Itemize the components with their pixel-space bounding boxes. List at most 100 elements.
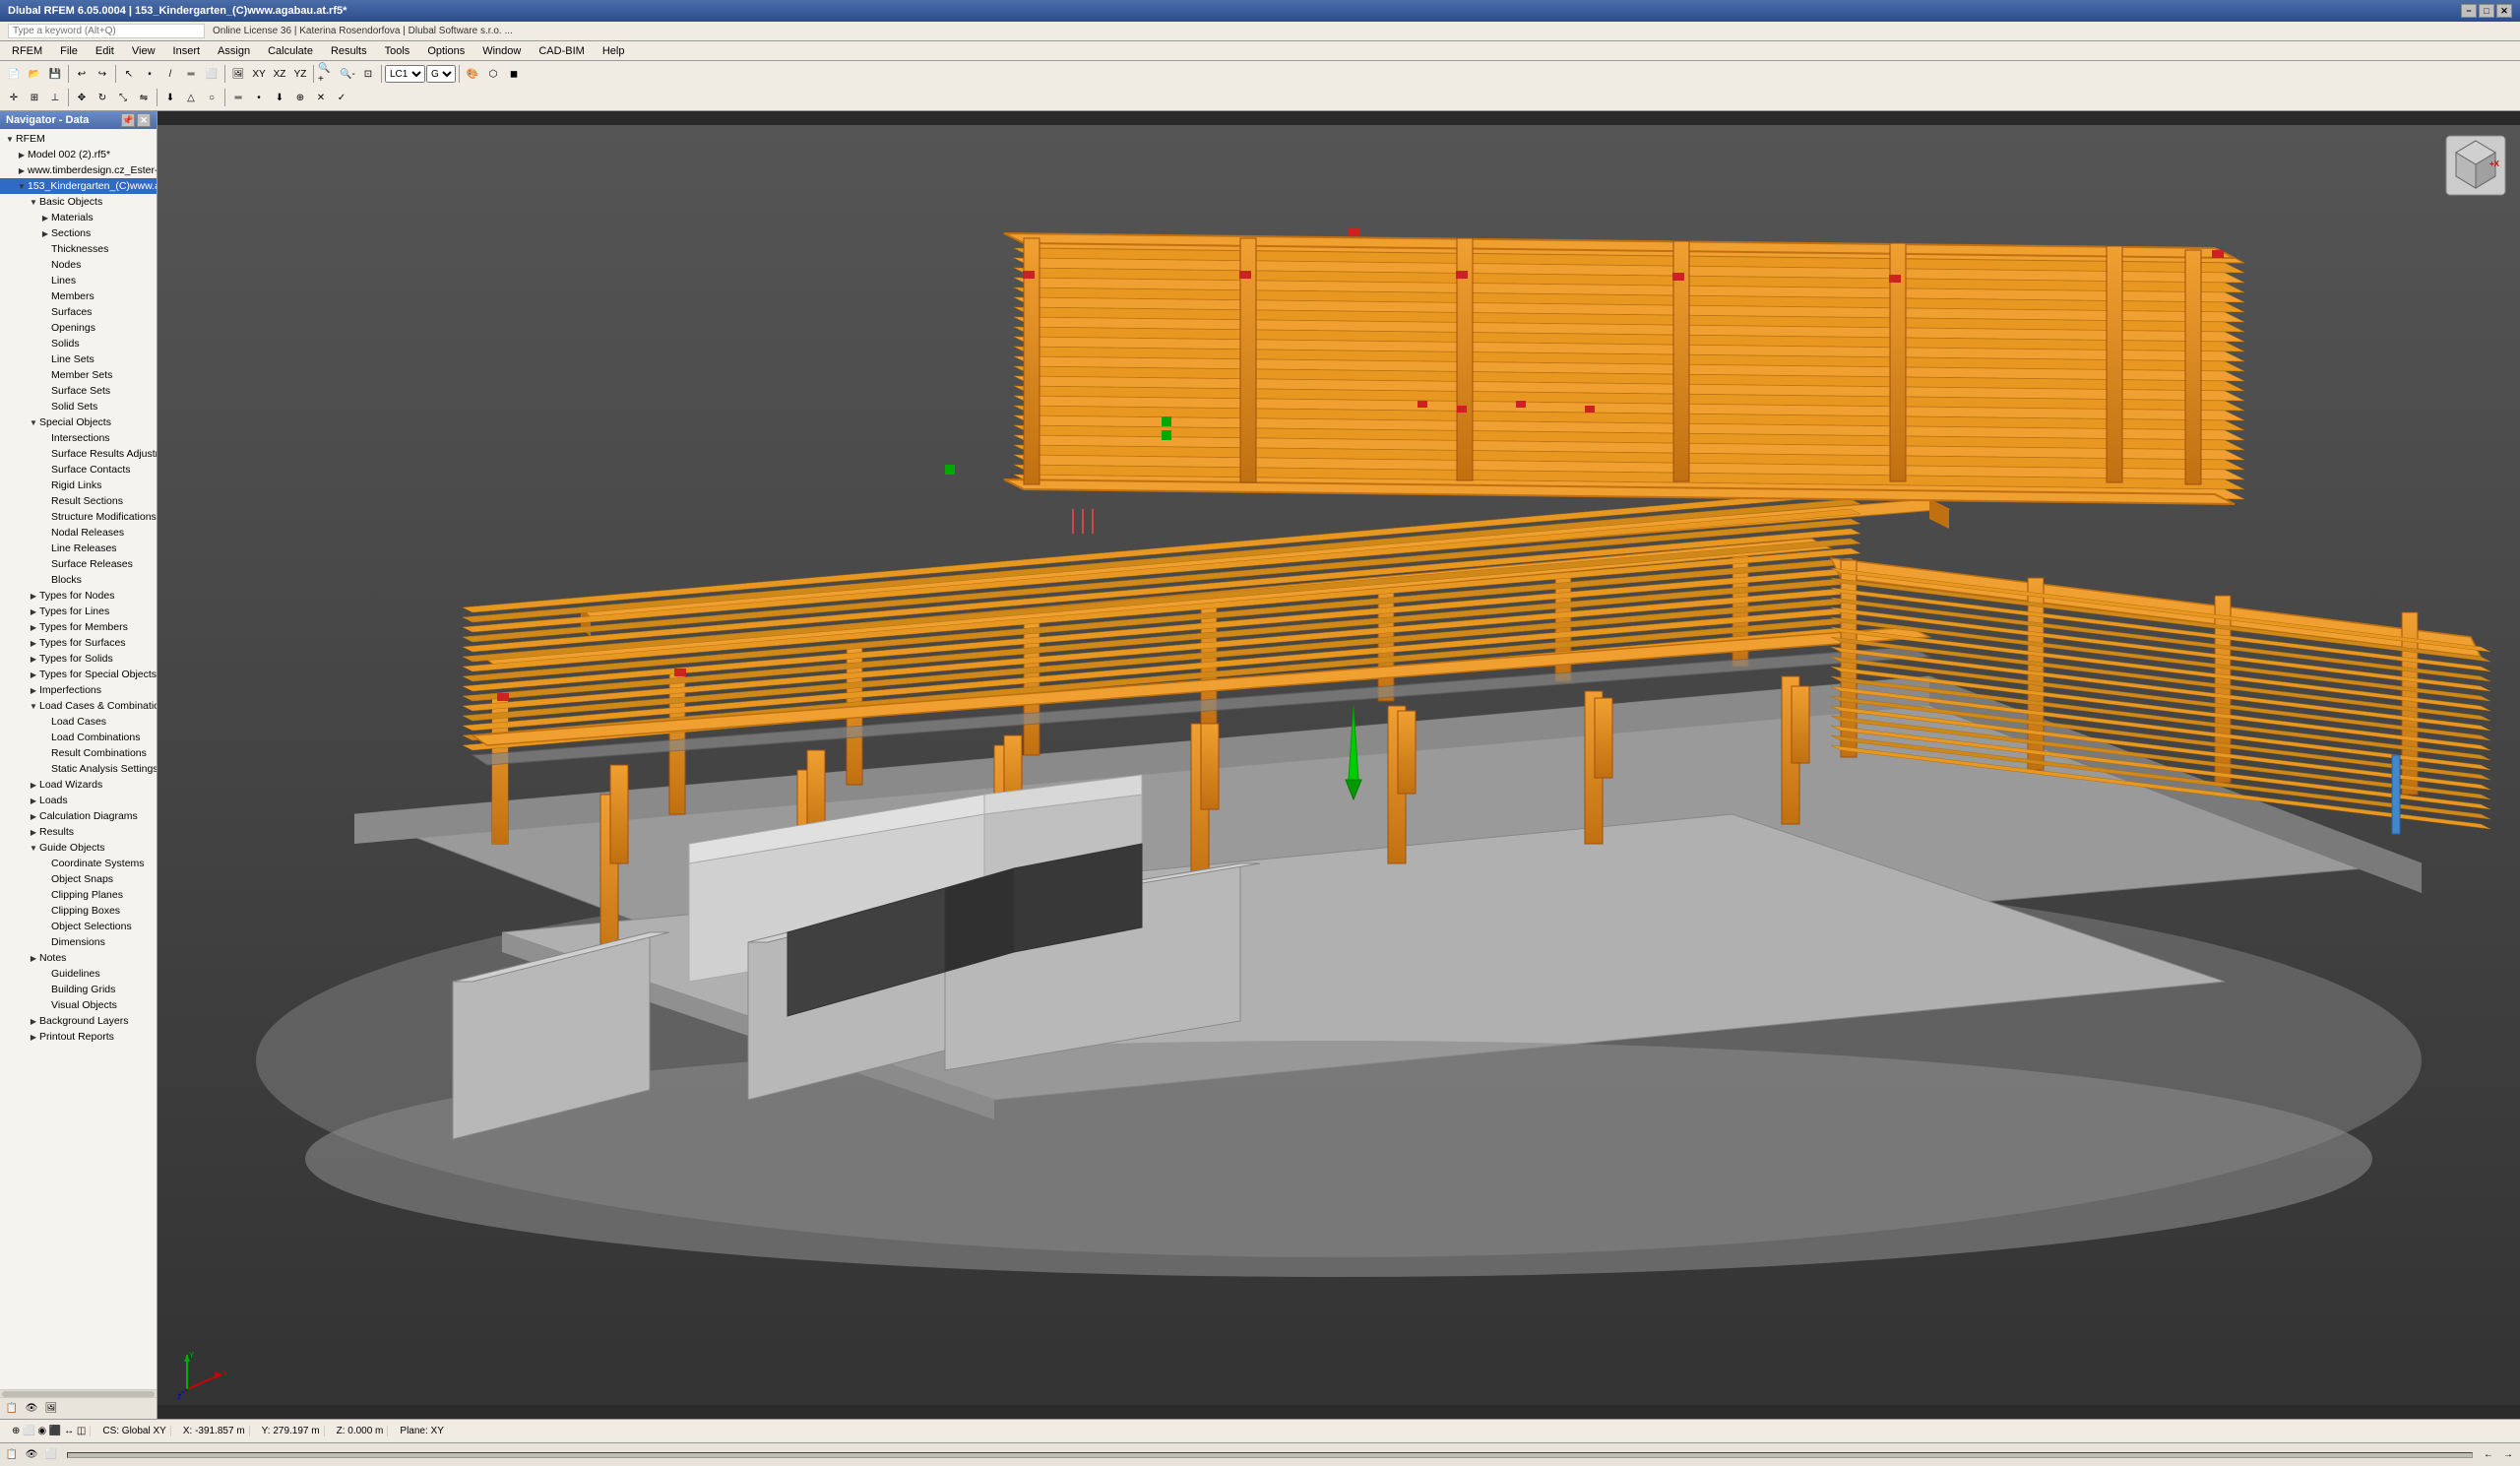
tb-view-yz[interactable]: YZ: [290, 64, 310, 84]
tree-item-guideobjects[interactable]: ▼Guide Objects: [0, 840, 157, 856]
tb-view-xz[interactable]: XZ: [270, 64, 289, 84]
tree-item-special[interactable]: ▼Special Objects: [0, 414, 157, 430]
tree-item-loadcases2[interactable]: Load Cases: [0, 714, 157, 730]
tb-check[interactable]: ✓: [332, 88, 351, 107]
tree-item-openings[interactable]: Openings: [0, 320, 157, 336]
tree-toggle-loadwizards[interactable]: ▶: [28, 779, 39, 791]
tree-toggle-loads[interactable]: ▶: [28, 795, 39, 806]
tree-toggle-printoutreports[interactable]: ▶: [28, 1031, 39, 1043]
tree-toggle-guidelines[interactable]: [39, 968, 51, 980]
tree-item-imperfections[interactable]: ▶Imperfections: [0, 682, 157, 698]
tree-item-staticsettings[interactable]: Static Analysis Settings: [0, 761, 157, 777]
tree-toggle-notes[interactable]: ▶: [28, 952, 39, 964]
tb-member[interactable]: ═: [181, 64, 201, 84]
tree-item-loadcases[interactable]: ▼Load Cases & Combinations: [0, 698, 157, 714]
menu-cadbim[interactable]: CAD-BIM: [531, 43, 592, 59]
tree-item-nodalreleases[interactable]: Nodal Releases: [0, 525, 157, 541]
tb-snap[interactable]: ✛: [4, 88, 24, 107]
tree-item-dimensions[interactable]: Dimensions: [0, 934, 157, 950]
tree-toggle-nodes[interactable]: [39, 259, 51, 271]
tree-item-linesets[interactable]: Line Sets: [0, 351, 157, 367]
tree-item-surfacereleases[interactable]: Surface Releases: [0, 556, 157, 572]
tree-item-typesforlines[interactable]: ▶Types for Lines: [0, 604, 157, 619]
tb-mirror[interactable]: ⇋: [134, 88, 154, 107]
tree-item-solidsets[interactable]: Solid Sets: [0, 399, 157, 414]
tb-zoom-in[interactable]: 🔍+: [317, 64, 337, 84]
tree-toggle-resultcombinations[interactable]: [39, 747, 51, 759]
tree-item-materials[interactable]: ▶Materials: [0, 210, 157, 225]
menu-edit[interactable]: Edit: [88, 43, 122, 59]
menu-rfem[interactable]: RFEM: [4, 43, 50, 59]
tree-toggle-objectselections[interactable]: [39, 921, 51, 932]
tree-toggle-solids[interactable]: [39, 338, 51, 350]
tree-item-printoutreports[interactable]: ▶Printout Reports: [0, 1029, 157, 1045]
tb-rotate[interactable]: ↻: [93, 88, 112, 107]
tree-item-typesforsurfaces[interactable]: ▶Types for Surfaces: [0, 635, 157, 651]
tree-item-sections[interactable]: ▶Sections: [0, 225, 157, 241]
lc-selector[interactable]: LC1: [385, 65, 425, 83]
tree-item-resultsections[interactable]: Result Sections: [0, 493, 157, 509]
minimize-button[interactable]: −: [2461, 4, 2477, 18]
nav-display-icon[interactable]: 👁: [24, 1401, 39, 1417]
tb-surface[interactable]: ⬜: [202, 64, 221, 84]
tree-item-typesfornodes[interactable]: ▶Types for Nodes: [0, 588, 157, 604]
tree-item-clippingboxes[interactable]: Clipping Boxes: [0, 903, 157, 919]
menu-window[interactable]: Window: [474, 43, 529, 59]
tree-item-buildinggrids[interactable]: Building Grids: [0, 982, 157, 997]
tree-toggle-linesets[interactable]: [39, 353, 51, 365]
bottom-icon-5[interactable]: →: [2500, 1447, 2516, 1463]
tree-toggle-solidsets[interactable]: [39, 401, 51, 413]
tree-item-nodes[interactable]: Nodes: [0, 257, 157, 273]
tree-item-thicknesses[interactable]: Thicknesses: [0, 241, 157, 257]
tb-zoom-all[interactable]: ⊡: [358, 64, 378, 84]
tree-toggle-dimensions[interactable]: [39, 936, 51, 948]
tree-item-rigidlinks[interactable]: Rigid Links: [0, 478, 157, 493]
tree-item-surfaces[interactable]: Surfaces: [0, 304, 157, 320]
menu-results[interactable]: Results: [323, 43, 375, 59]
tree-item-rfem[interactable]: ▼RFEM: [0, 131, 157, 147]
tree-item-objectsnaps[interactable]: Object Snaps: [0, 871, 157, 887]
tree-toggle-surfaceresadj[interactable]: [39, 448, 51, 460]
tree-toggle-intersections[interactable]: [39, 432, 51, 444]
tree-toggle-visualobjects[interactable]: [39, 999, 51, 1011]
tb-wire[interactable]: ⬡: [483, 64, 503, 84]
tree-toggle-model001[interactable]: ▶: [16, 149, 28, 160]
tree-toggle-rfem[interactable]: ▼: [4, 133, 16, 145]
tree-toggle-timberdesign[interactable]: ▶: [16, 164, 28, 176]
tree-toggle-surfacesets[interactable]: [39, 385, 51, 397]
g-selector[interactable]: G: [426, 65, 456, 83]
tree-item-typesforsolids[interactable]: ▶Types for Solids: [0, 651, 157, 667]
tree-toggle-structuremods[interactable]: [39, 511, 51, 523]
tree-toggle-objectsnaps[interactable]: [39, 873, 51, 885]
menu-help[interactable]: Help: [595, 43, 633, 59]
tree-item-solids[interactable]: Solids: [0, 336, 157, 351]
bottom-icon-2[interactable]: 👁: [24, 1447, 39, 1463]
tb-redo[interactable]: ↪: [93, 64, 112, 84]
tb-support[interactable]: △: [181, 88, 201, 107]
tree-toggle-typesforsolids[interactable]: ▶: [28, 653, 39, 665]
close-button[interactable]: ✕: [2496, 4, 2512, 18]
tree-item-membersets[interactable]: Member Sets: [0, 367, 157, 383]
tree-toggle-loadcases[interactable]: ▼: [28, 700, 39, 712]
tree-toggle-surfacecontacts[interactable]: [39, 464, 51, 476]
tree-toggle-loadcombinations[interactable]: [39, 732, 51, 743]
tree-item-loadwizards[interactable]: ▶Load Wizards: [0, 777, 157, 793]
tree-item-notes[interactable]: ▶Notes: [0, 950, 157, 966]
tree-item-objectselections[interactable]: Object Selections: [0, 919, 157, 934]
tree-toggle-typesformembers[interactable]: ▶: [28, 621, 39, 633]
maximize-button[interactable]: □: [2479, 4, 2494, 18]
bottom-icon-1[interactable]: 📋: [4, 1447, 20, 1463]
tree-item-timberdesign[interactable]: ▶www.timberdesign.cz_Ester-Tower-in-Iens…: [0, 162, 157, 178]
nav-view-icon[interactable]: 🖼: [43, 1401, 59, 1417]
tree-item-basic[interactable]: ▼Basic Objects: [0, 194, 157, 210]
tree-toggle-staticsettings[interactable]: [39, 763, 51, 775]
tree-item-linereleases[interactable]: Line Releases: [0, 541, 157, 556]
tree-item-model001[interactable]: ▶Model 002 (2).rf5*: [0, 147, 157, 162]
tree-item-blocks[interactable]: Blocks: [0, 572, 157, 588]
tree-item-visualobjects[interactable]: Visual Objects: [0, 997, 157, 1013]
tree-toggle-guideobjects[interactable]: ▼: [28, 842, 39, 854]
tree-toggle-backgroundlayers[interactable]: ▶: [28, 1015, 39, 1027]
menu-insert[interactable]: Insert: [165, 43, 209, 59]
tree-toggle-typesforlines[interactable]: ▶: [28, 606, 39, 617]
nav-close-button[interactable]: ✕: [137, 113, 151, 127]
